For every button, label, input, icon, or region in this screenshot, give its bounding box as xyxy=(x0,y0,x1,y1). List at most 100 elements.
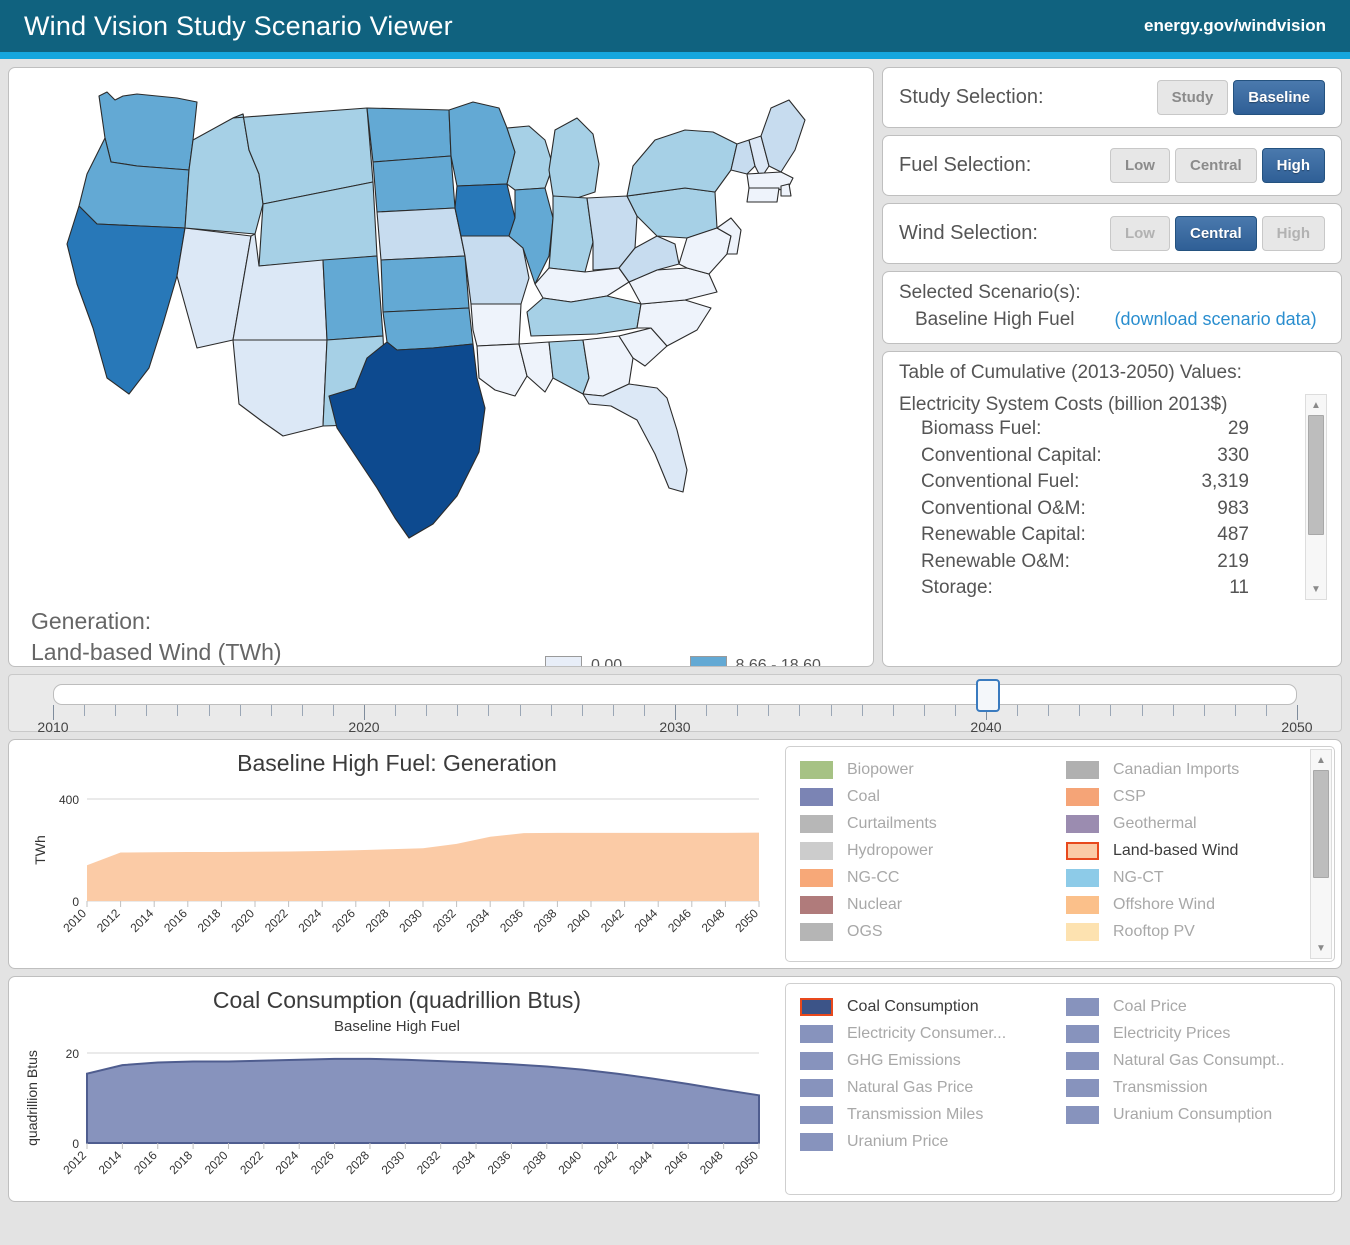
state-AZ xyxy=(232,339,328,437)
legend-item[interactable]: Geothermal xyxy=(1066,810,1324,837)
study-option-study[interactable]: Study xyxy=(1156,80,1229,115)
cumulative-values-scroll-area[interactable]: Electricity System Costs (billion 2013$)… xyxy=(899,394,1331,600)
legend-swatch xyxy=(1066,1078,1099,1097)
x-tick-label: 2014 xyxy=(128,906,157,935)
scroll-up-arrow-icon[interactable]: ▲ xyxy=(1311,750,1331,770)
legend-item[interactable]: OGS xyxy=(800,918,1058,945)
legend-item[interactable]: Natural Gas Consumpt.. xyxy=(1066,1047,1324,1074)
scrollbar-thumb[interactable] xyxy=(1308,415,1324,535)
generation-legend-scrollbar[interactable]: ▲ ▼ xyxy=(1310,749,1332,959)
slider-tick xyxy=(364,705,365,720)
scroll-down-arrow-icon[interactable]: ▼ xyxy=(1306,579,1326,599)
legend-item[interactable]: Transmission Miles xyxy=(800,1101,1058,1128)
legend-item[interactable]: Uranium Price xyxy=(800,1128,1058,1155)
year-slider-track[interactable] xyxy=(53,684,1297,705)
legend-item[interactable]: Electricity Consumer... xyxy=(800,1020,1058,1047)
legend-item[interactable]: Biopower xyxy=(800,756,1058,783)
legend-label: Hydropower xyxy=(847,841,934,859)
table-row: Biomass Fuel: 29 xyxy=(899,416,1297,443)
table-row-value: 11 xyxy=(1229,577,1249,598)
table-row-value: 29 xyxy=(1227,418,1249,439)
scroll-down-arrow-icon[interactable]: ▼ xyxy=(1311,938,1331,958)
legend-item[interactable]: Electricity Prices xyxy=(1066,1020,1324,1047)
legend-item[interactable]: Transmission xyxy=(1066,1074,1324,1101)
state-RI xyxy=(780,183,792,197)
legend-swatch xyxy=(1066,997,1099,1016)
legend-item[interactable]: Nuclear xyxy=(800,891,1058,918)
slider-tick xyxy=(830,705,832,716)
generation-chart-panel: Baseline High Fuel: Generation 0 400 TWh 20… xyxy=(8,739,1342,969)
table-row-label: Renewable O&M: xyxy=(921,550,1070,572)
legend-swatch xyxy=(1066,841,1099,860)
wind-option-low[interactable]: Low xyxy=(1109,216,1170,251)
x-tick-label: 2038 xyxy=(531,906,560,935)
x-tick-label: 2028 xyxy=(363,906,392,935)
wind-option-central[interactable]: Central xyxy=(1174,216,1257,251)
legend-swatch xyxy=(800,814,833,833)
fuel-selection-label: Fuel Selection: xyxy=(899,154,1032,176)
scrollbar-thumb[interactable] xyxy=(1313,770,1329,878)
x-tick-label: 2042 xyxy=(598,906,627,935)
coal-legend[interactable]: Coal Consumption Coal Price Electricity Co… xyxy=(785,983,1335,1195)
scroll-up-arrow-icon[interactable]: ▲ xyxy=(1306,395,1326,415)
map-panel: Generation: Land-based Wind (TWh) Genera… xyxy=(8,67,874,667)
slider-tick xyxy=(1297,705,1298,720)
legend-item[interactable]: Coal Price xyxy=(1066,993,1324,1020)
legend-swatch xyxy=(800,1132,833,1151)
legend-item[interactable]: Rooftop PV xyxy=(1066,918,1324,945)
slider-tick xyxy=(768,705,770,716)
legend-item[interactable]: Coal Consumption xyxy=(800,993,1058,1020)
legend-label: Natural Gas Price xyxy=(847,1078,974,1096)
fuel-option-central[interactable]: Central xyxy=(1174,148,1257,183)
slider-tick xyxy=(954,705,956,716)
slider-tick xyxy=(239,705,241,716)
x-tick-label: 2020 xyxy=(202,1148,231,1177)
slider-tick xyxy=(208,705,210,716)
selected-scenario-title: Selected Scenario(s): xyxy=(899,282,1081,303)
legend-item[interactable]: NG-CC xyxy=(800,864,1058,891)
slider-tick xyxy=(115,705,117,716)
us-choropleth-map[interactable] xyxy=(37,78,847,598)
legend-item[interactable]: GHG Emissions xyxy=(800,1047,1058,1074)
slider-tick-label: 2050 xyxy=(1281,719,1313,735)
table-scrollbar[interactable]: ▲ ▼ xyxy=(1305,394,1327,600)
slider-tick xyxy=(612,705,614,716)
x-tick-label: 2030 xyxy=(379,1148,408,1177)
download-scenario-data-link[interactable]: (download scenario data) xyxy=(1114,309,1316,330)
generation-area-chart: 0400TWh2010 2012 2014 2016 2018 2020 2022 2024 2… xyxy=(32,793,761,935)
generation-legend-items: Biopower Canadian Imports Coal CSP Curtailme… xyxy=(786,747,1334,951)
map-legend: 0.008.66 - 18.600.00 - 2.7718.60 - 48.75… xyxy=(545,656,830,666)
legend-item[interactable]: CSP xyxy=(1066,783,1324,810)
slider-tick xyxy=(395,705,397,716)
x-tick-label: 2038 xyxy=(520,1148,549,1177)
year-slider-handle[interactable] xyxy=(976,679,1000,712)
x-tick-label: 2024 xyxy=(273,1148,302,1177)
state-AL xyxy=(548,339,590,395)
x-tick-label: 2040 xyxy=(555,1148,584,1177)
legend-item[interactable]: Canadian Imports xyxy=(1066,756,1324,783)
legend-item[interactable]: Offshore Wind xyxy=(1066,891,1324,918)
fuel-option-high[interactable]: High xyxy=(1261,148,1325,183)
app-title: Wind Vision Study Scenario Viewer xyxy=(24,10,453,41)
x-tick-label: 2050 xyxy=(732,906,761,935)
legend-label: Rooftop PV xyxy=(1113,922,1195,940)
table-row: Conventional O&M: 983 xyxy=(899,496,1297,523)
legend-item[interactable]: NG-CT xyxy=(1066,864,1324,891)
wind-option-high[interactable]: High xyxy=(1261,216,1325,251)
generation-legend[interactable]: Biopower Canadian Imports Coal CSP Curtailme… xyxy=(785,746,1335,962)
legend-item[interactable]: Coal xyxy=(800,783,1058,810)
fuel-option-low[interactable]: Low xyxy=(1109,148,1170,183)
study-option-baseline[interactable]: Baseline xyxy=(1233,80,1325,115)
header-site-link[interactable]: energy.gov/windvision xyxy=(1144,16,1326,36)
legend-item[interactable]: Natural Gas Price xyxy=(800,1074,1058,1101)
year-slider[interactable]: 2010 2020 2030 2040 2050 xyxy=(8,674,1342,735)
legend-item[interactable]: Hydropower xyxy=(800,837,1058,864)
legend-item[interactable]: Curtailments xyxy=(800,810,1058,837)
x-tick-label: 2026 xyxy=(308,1148,337,1177)
legend-swatch xyxy=(1066,1105,1099,1124)
map-legend-item: 0.00 xyxy=(545,656,668,666)
slider-tick xyxy=(457,705,459,716)
legend-item[interactable]: Uranium Consumption xyxy=(1066,1101,1324,1128)
legend-item[interactable]: Land-based Wind xyxy=(1066,837,1324,864)
slider-tick xyxy=(892,705,894,716)
